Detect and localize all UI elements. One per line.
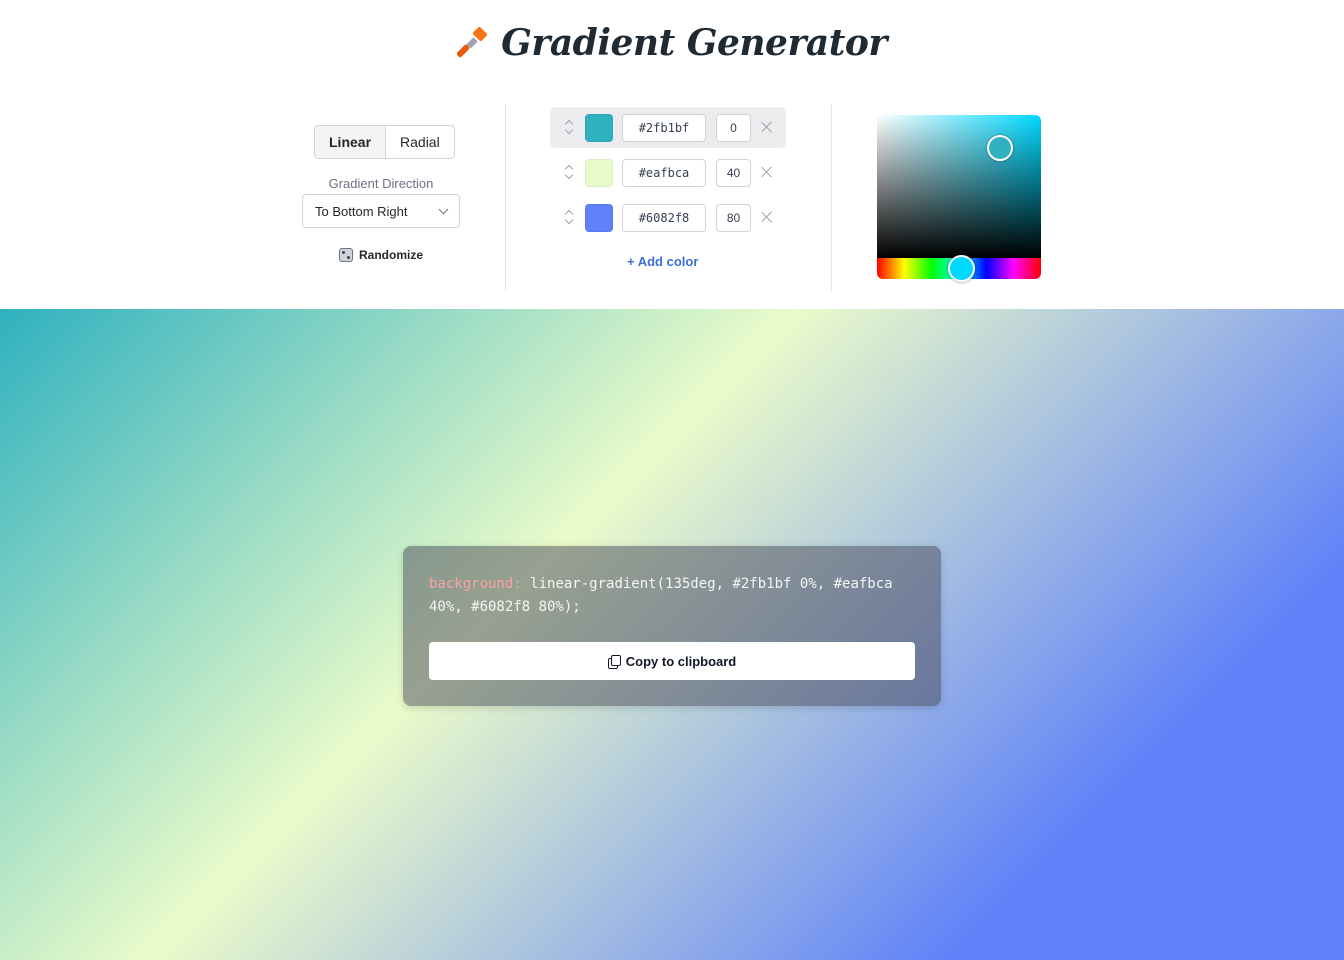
color-swatch[interactable] xyxy=(585,159,613,187)
css-output-card: background: linear-gradient(135deg, #2fb… xyxy=(403,546,941,706)
direction-value: To Bottom Right xyxy=(315,203,408,219)
color-stop-row xyxy=(550,197,786,238)
divider xyxy=(505,104,506,291)
drag-handle-icon[interactable] xyxy=(564,164,574,180)
gradient-type-toggle: Linear Radial xyxy=(314,125,455,159)
page-title: Gradient Generator xyxy=(501,22,887,64)
color-swatch[interactable] xyxy=(585,204,613,232)
css-property: background: xyxy=(429,576,522,592)
paintbrush-icon xyxy=(457,27,488,58)
drag-handle-icon[interactable] xyxy=(564,119,574,135)
randomize-button[interactable]: Randomize xyxy=(339,248,423,262)
linear-type-button[interactable]: Linear xyxy=(315,126,387,158)
copy-label: Copy to clipboard xyxy=(625,653,737,669)
direction-label: Gradient Direction xyxy=(328,176,434,191)
drag-handle-icon[interactable] xyxy=(564,209,574,225)
chevron-down-icon xyxy=(438,204,449,214)
css-code: background: linear-gradient(135deg, #2fb… xyxy=(429,573,909,619)
divider xyxy=(831,104,832,291)
saturation-handle[interactable] xyxy=(987,135,1013,161)
color-stop-row xyxy=(550,152,786,193)
color-swatch[interactable] xyxy=(585,114,613,142)
hex-input[interactable] xyxy=(622,159,706,187)
hex-input[interactable] xyxy=(622,114,706,142)
header-panel: Gradient Generator Linear Radial Gradien… xyxy=(0,0,1344,309)
close-icon[interactable] xyxy=(760,165,774,179)
color-stop-row xyxy=(550,107,786,148)
copy-to-clipboard-button[interactable]: Copy to clipboard xyxy=(429,642,915,680)
close-icon[interactable] xyxy=(760,120,774,134)
position-input[interactable] xyxy=(716,114,751,142)
hue-handle[interactable] xyxy=(948,255,975,282)
radial-type-button[interactable]: Radial xyxy=(386,126,454,158)
add-color-button[interactable]: + Add color xyxy=(627,254,698,269)
title-row: Gradient Generator xyxy=(0,22,1344,64)
dice-icon xyxy=(339,248,353,262)
hex-input[interactable] xyxy=(622,204,706,232)
direction-select[interactable]: To Bottom Right xyxy=(302,194,460,228)
position-input[interactable] xyxy=(716,204,751,232)
randomize-label: Randomize xyxy=(359,248,424,262)
saturation-area[interactable] xyxy=(877,115,1041,258)
close-icon[interactable] xyxy=(760,210,774,224)
position-input[interactable] xyxy=(716,159,751,187)
copy-icon xyxy=(607,654,621,669)
